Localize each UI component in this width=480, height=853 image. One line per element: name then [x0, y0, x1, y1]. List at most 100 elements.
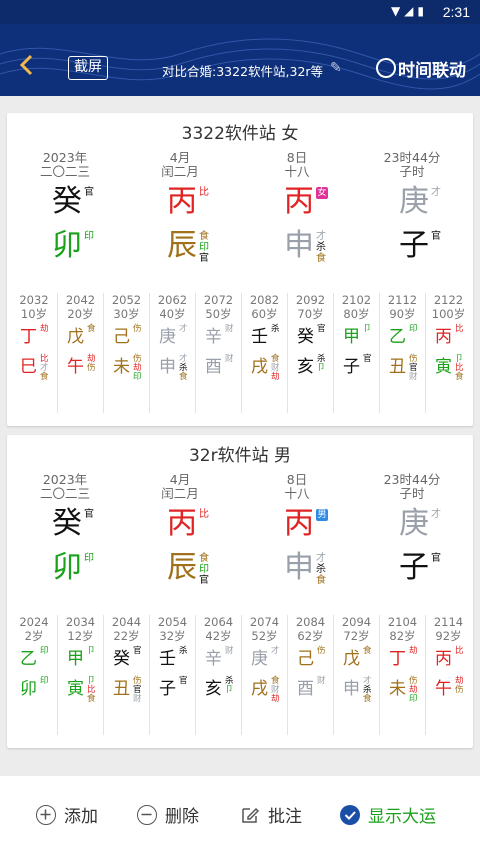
dayun-row: 2032 10岁丁劫巳比才食 2042 20岁戊食午劫伤 2052 30岁己伤未伤劫印 20… — [11, 293, 471, 413]
ten-god-label: 财 — [317, 676, 326, 686]
dayun-stem-god: 伤 — [317, 647, 326, 656]
dayun-year: 2062 — [157, 293, 188, 307]
dayun-year: 2064 — [203, 615, 234, 629]
hidden-stem-god: 杀 — [316, 242, 326, 253]
ten-god-label: 卩 — [317, 363, 326, 373]
dayun-stem-god: 比 — [455, 325, 464, 334]
ten-god-label: 劫 — [40, 324, 49, 334]
dayun-stem-god: 伤 — [133, 325, 142, 334]
ten-god-label: 印 — [40, 646, 49, 656]
pillar-date-line: 2023年 — [42, 150, 88, 165]
pillar-date-line: 4月 — [169, 472, 191, 487]
time-sync-radio[interactable] — [376, 58, 396, 78]
dayun-stem-row: 己伤 — [104, 323, 149, 351]
show-dayun-label: 显示大运 — [368, 807, 436, 827]
dayun-age: 42岁 — [205, 629, 232, 643]
dayun-stem: 戊 — [67, 327, 84, 347]
hidden-stem-god: 官 — [431, 231, 441, 242]
earthly-branch: 子 — [399, 550, 429, 585]
stem-ten-god: 比 — [199, 187, 209, 198]
dayun-column: 2094 72岁戊食申才杀食 — [333, 615, 379, 735]
dayun-branch: 酉 — [205, 357, 222, 377]
earthly-branch: 辰 — [167, 228, 197, 263]
dayun-branch: 戌 — [251, 357, 268, 377]
dayun-branch-row: 丑伤官财 — [380, 353, 425, 382]
dayun-branch-gods: 财 — [317, 677, 326, 686]
heavenly-stem: 癸 — [52, 506, 82, 541]
ten-god-label: 杀 — [179, 646, 188, 656]
ten-god-label: 才 — [271, 646, 280, 656]
dayun-stem-god: 印 — [40, 647, 49, 656]
dayun-branch-gods: 官 — [179, 677, 188, 686]
dayun-column: 2042 20岁戊食午劫伤 — [57, 293, 103, 413]
pillar-lunar-line: 子时 — [399, 164, 425, 179]
dayun-age: 30岁 — [113, 307, 140, 321]
dayun-column: 2084 62岁己伤酉财 — [287, 615, 333, 735]
dayun-year: 2092 — [295, 293, 326, 307]
branch-row: 子官 — [362, 549, 462, 589]
delete-button[interactable]: 删除 — [137, 802, 199, 830]
hidden-stem-god: 官 — [431, 553, 441, 564]
screenshot-button[interactable]: 截屏 — [68, 56, 108, 80]
dayun-stem-god: 杀 — [271, 325, 280, 334]
stem-row: 丙比 — [130, 505, 230, 545]
dayun-branch: 午 — [67, 357, 84, 377]
dayun-stem-row: 戊食 — [58, 323, 103, 351]
pillar: 4月 闰二月丙比辰食印官 — [130, 151, 230, 267]
hidden-stem-god: 才 — [316, 231, 326, 242]
add-button[interactable]: 添加 — [36, 802, 98, 830]
dayun-column: 2104 82岁丁劫未伤劫印 — [379, 615, 425, 735]
dayun-column: 2092 70岁癸官亥杀卩 — [287, 293, 333, 413]
gender-badge: 男 — [316, 509, 328, 521]
dayun-year: 2074 — [249, 615, 280, 629]
status-bar: ▼◢▮ 2:31 — [0, 0, 480, 24]
pillar-date-line: 23时44分 — [383, 472, 441, 487]
dayun-branch-gods: 卩比食 — [455, 355, 464, 382]
pillar-lunar-line: 子时 — [399, 486, 425, 501]
dayun-branch-gods: 财 — [225, 355, 234, 364]
dayun-stem-god: 杀 — [179, 647, 188, 656]
dayun-age: 22岁 — [113, 629, 140, 643]
stem-row: 癸官 — [15, 505, 115, 545]
hidden-stem-god: 印 — [84, 231, 94, 242]
dayun-stem-god: 卩 — [363, 325, 372, 334]
branch-row: 申才杀食 — [247, 549, 347, 589]
dayun-branch-row: 丑伤官财 — [104, 675, 149, 704]
dayun-stem-god: 劫 — [40, 325, 49, 334]
dayun-branch: 卯 — [20, 679, 37, 699]
dayun-stem: 戊 — [343, 649, 360, 669]
branch-row: 卯印 — [15, 227, 115, 267]
ten-god-label: 食 — [40, 372, 49, 382]
back-arrow-icon[interactable] — [16, 54, 38, 76]
dayun-year: 2052 — [111, 293, 142, 307]
ten-god-label: 劫 — [271, 372, 280, 382]
dayun-stem: 壬 — [159, 649, 176, 669]
dayun-age: 70岁 — [297, 307, 324, 321]
branch-row: 卯印 — [15, 549, 115, 589]
time-sync-label[interactable]: 时间联动 — [398, 56, 466, 81]
dayun-branch-gods: 印 — [40, 677, 49, 686]
ten-god-label: 食 — [179, 372, 188, 382]
ten-god-label: 官 — [363, 354, 372, 364]
pillar-date-line: 8日 — [286, 150, 308, 165]
dayun-year: 2072 — [203, 293, 234, 307]
ten-god-label: 印 — [409, 694, 418, 704]
ten-god-label: 财 — [133, 694, 142, 704]
note-button[interactable]: 批注 — [240, 802, 302, 830]
ten-god-label: 才 — [179, 324, 188, 334]
show-dayun-toggle[interactable]: 显示大运 — [340, 802, 436, 830]
check-circle-icon — [340, 805, 360, 825]
hidden-stems: 官 — [431, 553, 441, 564]
dayun-age: 72岁 — [343, 629, 370, 643]
dayun-column: 2034 12岁甲卩寅卩比食 — [57, 615, 103, 735]
dayun-stem: 庚 — [251, 649, 268, 669]
dayun-branch-row: 子官 — [334, 353, 379, 381]
ten-god-label: 比 — [455, 646, 464, 656]
dayun-branch-gods: 杀卩 — [225, 677, 234, 695]
hidden-stem-god: 印 — [84, 553, 94, 564]
dayun-stem-god: 官 — [133, 647, 142, 656]
dayun-branch-row: 午劫伤 — [58, 353, 103, 381]
dayun-age: 2岁 — [24, 629, 44, 643]
status-icons: ▼◢▮ — [390, 4, 428, 18]
heavenly-stem: 庚 — [399, 506, 429, 541]
